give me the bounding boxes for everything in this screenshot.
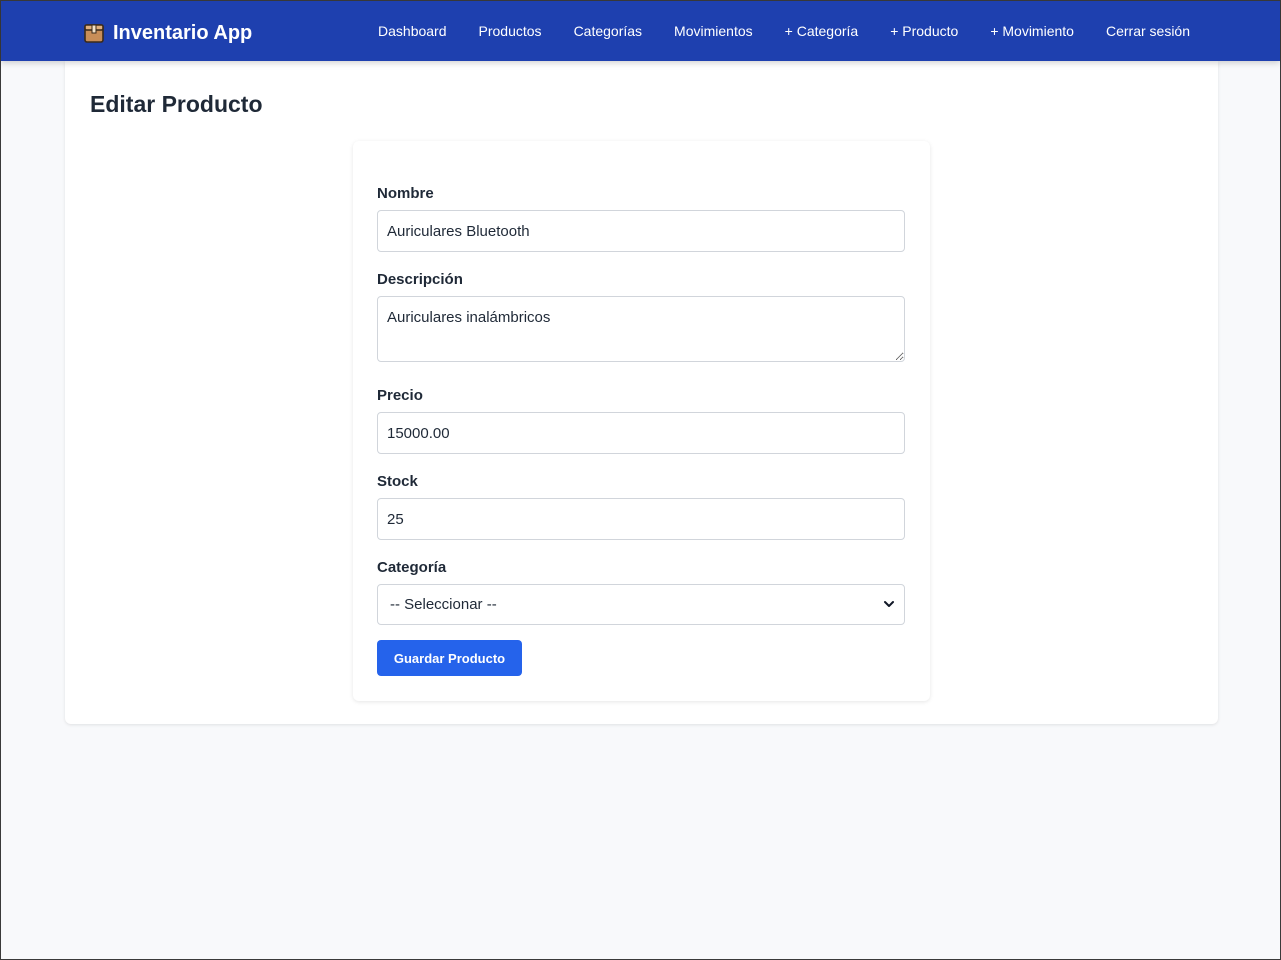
nav-link-movimientos[interactable]: Movimientos [674, 23, 753, 39]
package-box-icon [84, 24, 104, 43]
categoria-select[interactable]: -- Seleccionar -- [377, 584, 905, 625]
categoria-selected-value: -- Seleccionar -- [390, 596, 497, 613]
nav-link-logout[interactable]: Cerrar sesión [1106, 23, 1190, 39]
nav-link-dashboard[interactable]: Dashboard [378, 23, 447, 39]
brand-name: Inventario App [113, 21, 253, 44]
nav-link-add-categoria[interactable]: + Categoría [785, 23, 859, 39]
precio-label: Precio [377, 387, 423, 404]
chevron-down-icon [884, 601, 894, 607]
descripcion-label: Descripción [377, 271, 463, 288]
brand-link[interactable]: Inventario App [83, 19, 252, 47]
nombre-label: Nombre [377, 185, 434, 202]
nav-link-categorias[interactable]: Categorías [574, 23, 642, 39]
stock-label: Stock [377, 473, 418, 490]
categoria-label: Categoría [377, 559, 447, 576]
nav-link-productos[interactable]: Productos [479, 23, 542, 39]
product-form-card: Nombre Descripción Auriculares inalámbri… [353, 141, 930, 701]
nav-link-add-producto[interactable]: + Producto [890, 23, 958, 39]
navbar: Inventario App Dashboard Productos Categ… [1, 1, 1280, 61]
descripcion-textarea[interactable]: Auriculares inalámbricos [377, 296, 905, 362]
precio-input[interactable] [377, 412, 905, 454]
nav-links: Dashboard Productos Categorías Movimient… [378, 1, 1190, 61]
save-product-button[interactable]: Guardar Producto [377, 640, 522, 676]
stock-input[interactable] [377, 498, 905, 540]
main-container: Editar Producto Nombre Descripción Auric… [65, 61, 1218, 724]
nombre-input[interactable] [377, 210, 905, 252]
page-title: Editar Producto [90, 91, 263, 117]
nav-link-add-movimiento[interactable]: + Movimiento [990, 23, 1074, 39]
